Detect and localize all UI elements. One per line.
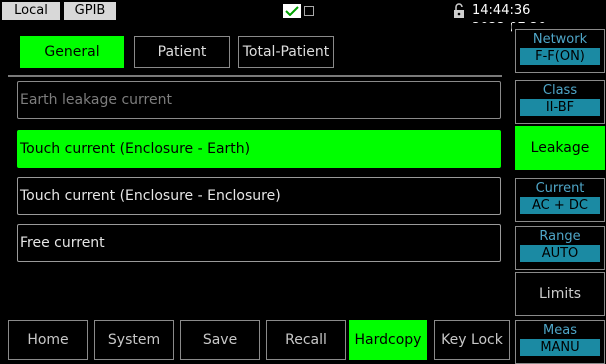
tab-total-patient[interactable]: Total-Patient (238, 36, 334, 68)
tab-general[interactable]: General (20, 36, 124, 68)
network-value: F-F(ON) (520, 48, 600, 65)
meas-label: Meas (543, 323, 577, 338)
main-panel: General Patient Total-Patient Earth leak… (0, 23, 511, 364)
current-label: Current (535, 181, 585, 196)
home-button[interactable]: Home (8, 320, 88, 360)
hardcopy-button[interactable]: Hardcopy (349, 320, 427, 360)
recall-button[interactable]: Recall (266, 320, 346, 360)
local-indicator: Local (2, 2, 60, 20)
status-bar: Local GPIB 14:44:36 2022.07.20 (0, 0, 606, 36)
bottom-button-bar: Home System Save Recall Hardcopy Key Loc… (0, 318, 511, 364)
gpib-indicator: GPIB (64, 2, 116, 20)
disk-icon (304, 6, 314, 16)
soft-key-panel: Network F-F(ON) Class II-BF Leakage Curr… (512, 23, 606, 364)
limits-softkey[interactable]: Limits (515, 272, 605, 316)
network-label: Network (532, 32, 588, 47)
range-value: AUTO (520, 245, 600, 262)
meas-softkey[interactable]: Meas MANU (515, 320, 605, 364)
item-touch-current-enclosure-enclosure[interactable]: Touch current (Enclosure - Enclosure) (17, 177, 501, 215)
tab-patient[interactable]: Patient (134, 36, 230, 68)
current-value: AC + DC (520, 197, 600, 214)
range-label: Range (539, 229, 581, 244)
key-lock-button[interactable]: Key Lock (434, 320, 510, 360)
network-softkey[interactable]: Network F-F(ON) (515, 29, 605, 73)
key-lock-icon (451, 3, 467, 19)
item-free-current[interactable]: Free current (17, 224, 501, 262)
class-value: II-BF (520, 99, 600, 116)
class-softkey[interactable]: Class II-BF (515, 80, 605, 124)
check-icon (283, 4, 301, 18)
meas-value: MANU (520, 339, 600, 356)
system-button[interactable]: System (94, 320, 174, 360)
class-label: Class (542, 83, 578, 98)
item-earth-leakage-current[interactable]: Earth leakage current (17, 81, 501, 119)
current-softkey[interactable]: Current AC + DC (515, 178, 605, 222)
range-softkey[interactable]: Range AUTO (515, 226, 605, 270)
save-button[interactable]: Save (180, 320, 260, 360)
leakage-softkey[interactable]: Leakage (515, 126, 605, 170)
tab-strip: General Patient Total-Patient (8, 27, 502, 77)
item-touch-current-enclosure-earth[interactable]: Touch current (Enclosure - Earth) (17, 130, 501, 168)
